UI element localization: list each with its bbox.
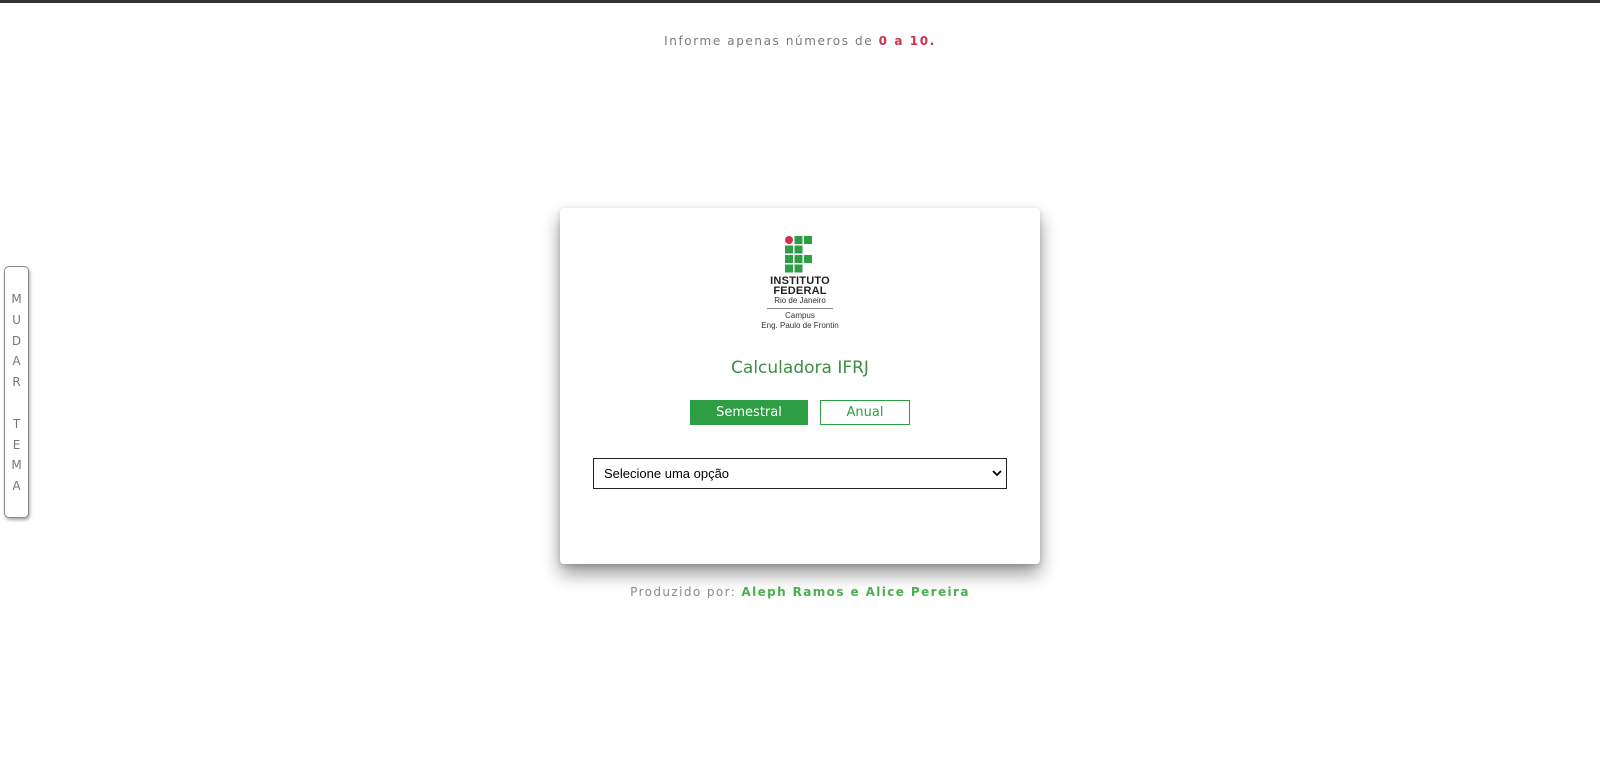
semestral-button[interactable]: Semestral <box>690 400 808 425</box>
change-theme-label: M U D A R T E M A <box>11 292 22 494</box>
notice-text: Informe apenas números de <box>664 34 879 48</box>
calculator-card: INSTITUTO FEDERAL Rio de Janeiro Campus … <box>560 208 1040 564</box>
credits-label: Produzido por: <box>630 585 742 599</box>
logo-divider <box>767 308 833 309</box>
anual-button[interactable]: Anual <box>820 400 910 425</box>
option-select-value: Selecione uma opção <box>604 466 730 481</box>
top-border <box>0 0 1600 3</box>
notice-range: 0 a 10. <box>878 34 936 48</box>
logo-line-rio: Rio de Janeiro <box>774 296 826 305</box>
credits-authors: Aleph Ramos e Alice Pereira <box>741 585 970 599</box>
logo-line-campus-name: Eng. Paulo de Frontin <box>761 321 839 330</box>
logo-line-federal: FEDERAL <box>773 285 827 297</box>
page-title: Calculadora IFRJ <box>731 358 869 378</box>
option-select[interactable]: Selecione uma opção <box>593 458 1007 489</box>
logo-line-campus: Campus <box>785 311 815 320</box>
credits: Produzido por: Aleph Ramos e Alice Perei… <box>0 585 1600 599</box>
ifrj-logo-text: INSTITUTO FEDERAL Rio de Janeiro Campus … <box>740 276 860 331</box>
input-range-notice: Informe apenas números de 0 a 10. <box>0 34 1600 48</box>
change-theme-button[interactable]: M U D A R T E M A <box>4 266 29 518</box>
ifrj-logo-icon <box>785 236 812 273</box>
chevron-down-icon <box>992 470 1002 477</box>
